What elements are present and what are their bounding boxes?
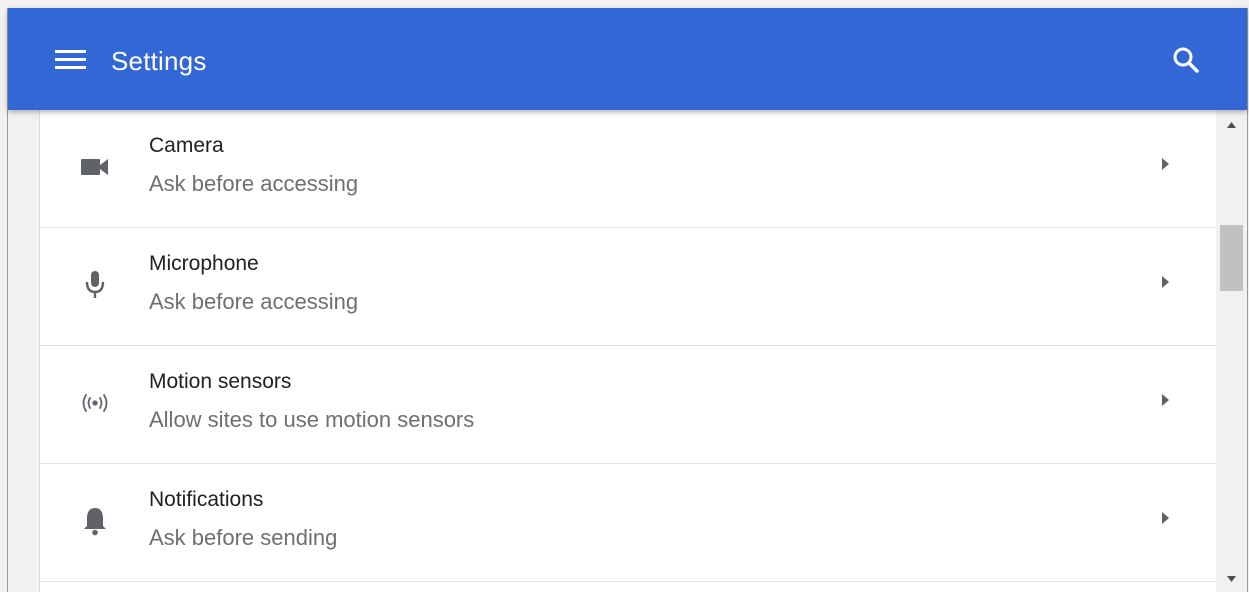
setting-row-camera[interactable]: Camera Ask before accessing xyxy=(40,110,1219,228)
search-icon[interactable] xyxy=(1171,45,1201,75)
setting-subtitle: Ask before accessing xyxy=(149,289,359,314)
page-title: Settings xyxy=(111,46,207,76)
chevron-right-icon xyxy=(1159,273,1171,291)
chevron-right-icon xyxy=(1159,155,1171,173)
setting-subtitle: Allow sites to use motion sensors xyxy=(149,407,475,432)
setting-row-notifications[interactable]: Notifications Ask before sending xyxy=(40,464,1219,582)
setting-row-microphone[interactable]: Microphone Ask before accessing xyxy=(40,228,1219,346)
setting-subtitle: Ask before accessing xyxy=(149,171,359,196)
chevron-right-icon xyxy=(1159,391,1171,409)
settings-window: Settings Camera Ask before accessing Mic… xyxy=(0,0,1249,592)
settings-card: Camera Ask before accessing Microphone A… xyxy=(39,110,1219,592)
content-area: Camera Ask before accessing Microphone A… xyxy=(8,110,1219,592)
setting-title: Motion sensors xyxy=(149,370,292,393)
setting-subtitle: Ask before sending xyxy=(149,525,338,550)
bell-icon xyxy=(78,504,112,538)
motion-sensors-icon xyxy=(78,386,112,420)
chevron-right-icon xyxy=(1159,509,1171,527)
microphone-icon xyxy=(78,268,112,302)
setting-title: Notifications xyxy=(149,488,264,511)
setting-title: Microphone xyxy=(149,252,259,275)
scroll-up-arrow-icon[interactable] xyxy=(1225,118,1238,130)
setting-title: Camera xyxy=(149,134,224,157)
camera-icon xyxy=(78,150,112,184)
window-border-right xyxy=(1247,8,1248,592)
setting-row-motion-sensors[interactable]: Motion sensors Allow sites to use motion… xyxy=(40,346,1219,464)
scrollbar-thumb[interactable] xyxy=(1220,225,1243,291)
hamburger-menu-icon[interactable] xyxy=(55,48,86,72)
app-bar: Settings xyxy=(8,8,1247,110)
scroll-down-arrow-icon[interactable] xyxy=(1225,572,1238,584)
vertical-scrollbar[interactable] xyxy=(1216,110,1247,592)
